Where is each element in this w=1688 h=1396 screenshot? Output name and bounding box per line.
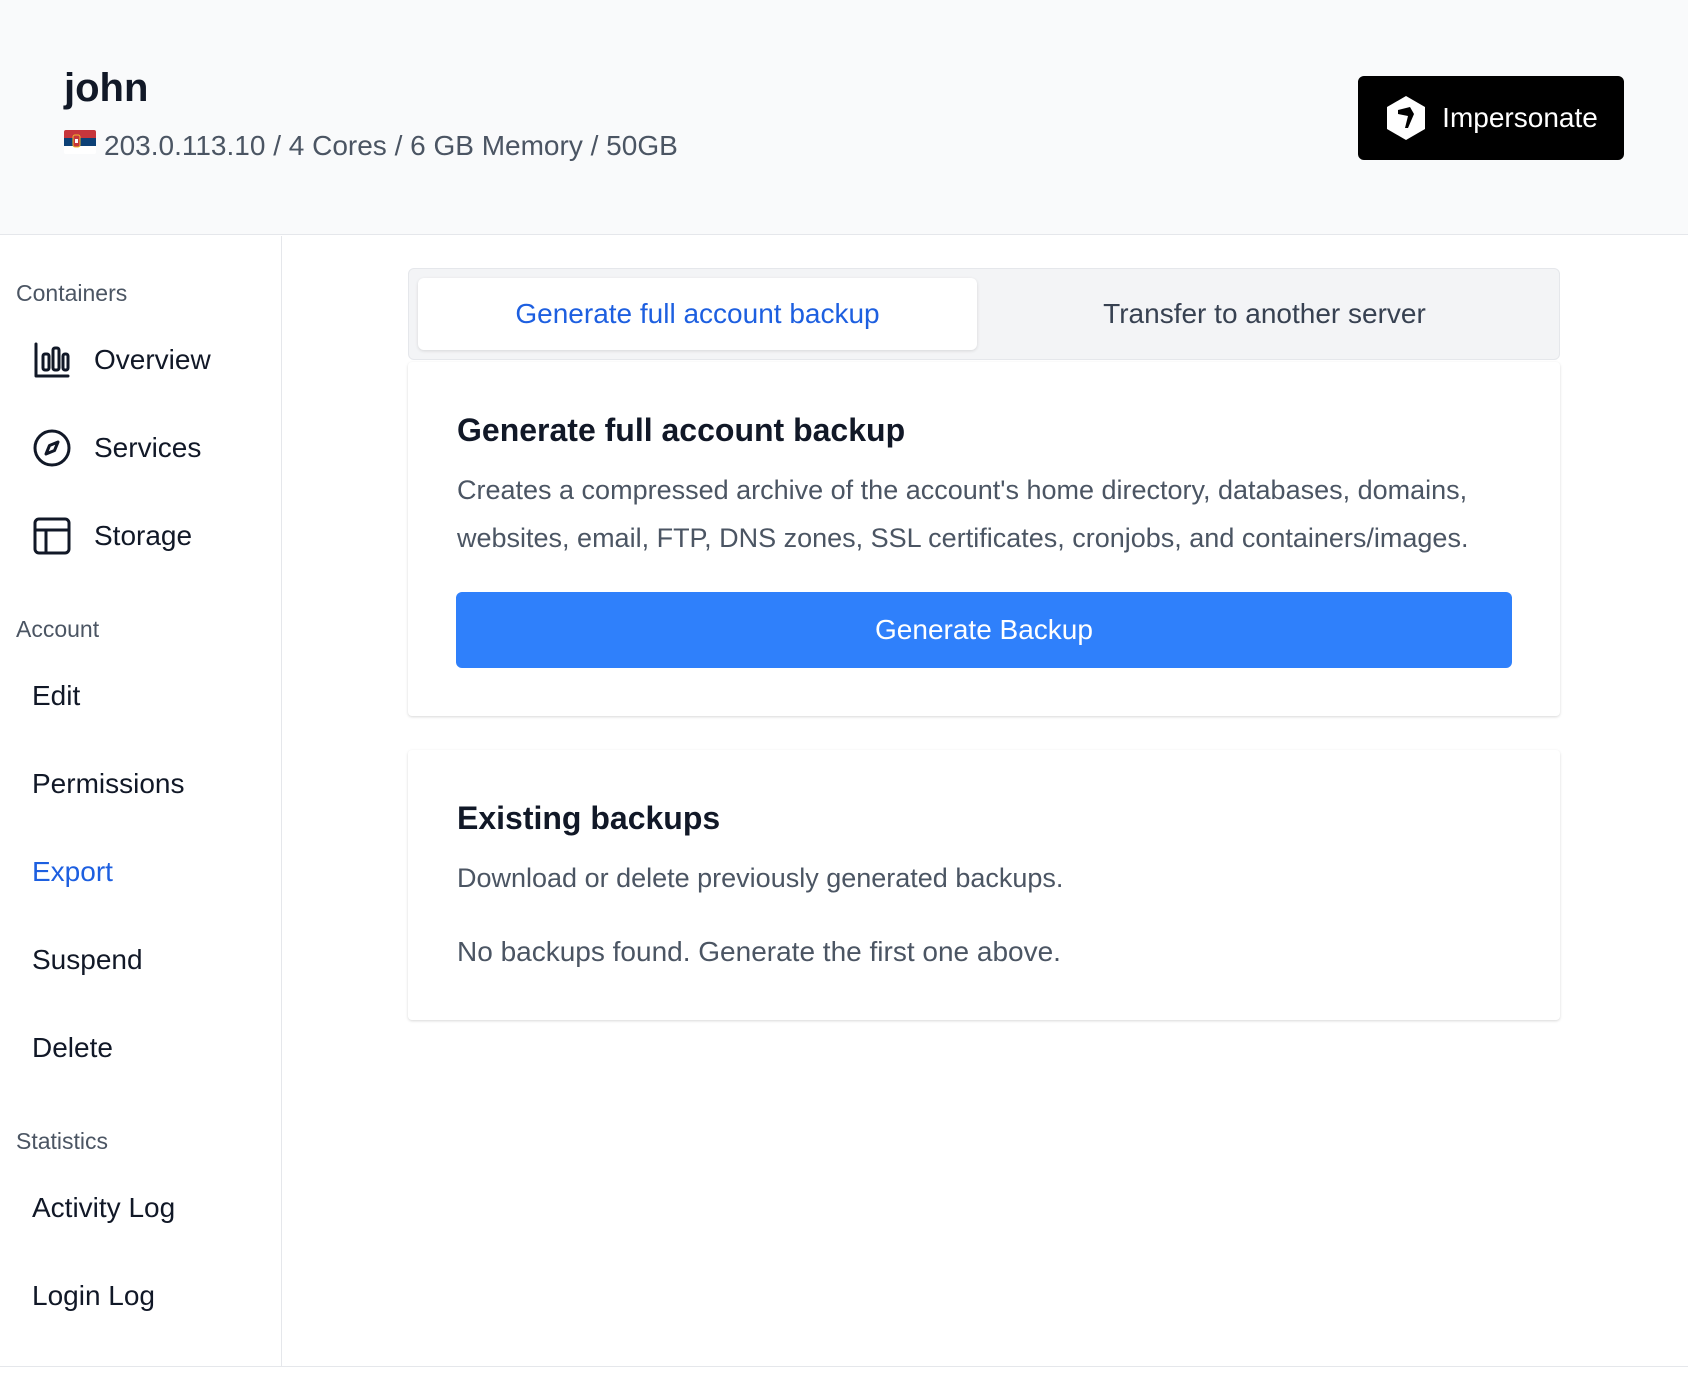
- generate-backup-button[interactable]: Generate Backup: [456, 592, 1512, 668]
- backup-card: Generate full account backup Creates a c…: [408, 362, 1560, 716]
- sidebar-item-permissions[interactable]: Permissions: [32, 768, 184, 800]
- existing-backups-card: Existing backups Download or delete prev…: [408, 750, 1560, 1020]
- page-title: john: [64, 66, 149, 110]
- cube-logo-icon: [1384, 94, 1428, 142]
- sidebar-item-label: Storage: [94, 520, 193, 551]
- compass-icon: [32, 428, 72, 468]
- sidebar-item-delete[interactable]: Delete: [32, 1032, 113, 1064]
- empty-state-message: No backups found. Generate the first one…: [457, 936, 1061, 967]
- sidebar-item-login-log[interactable]: Login Log: [32, 1280, 155, 1312]
- sidebar-item-suspend[interactable]: Suspend: [32, 944, 143, 976]
- footer-divider: [0, 1366, 1688, 1367]
- tab-generate-backup[interactable]: Generate full account backup: [418, 278, 977, 350]
- account-header: john 203.0.113.10 / 4 Cores / 6 GB Memor…: [0, 0, 1688, 235]
- impersonate-button[interactable]: Impersonate: [1358, 76, 1624, 160]
- sidebar-item-services[interactable]: Services: [32, 428, 201, 468]
- existing-backups-title: Existing backups: [457, 800, 721, 836]
- section-label-statistics: Statistics: [16, 1128, 109, 1154]
- tab-transfer-server[interactable]: Transfer to another server: [977, 278, 1552, 350]
- sidebar-item-activity-log[interactable]: Activity Log: [32, 1192, 175, 1224]
- server-info: 203.0.113.10 / 4 Cores / 6 GB Memory / 5…: [64, 130, 678, 162]
- backup-card-title: Generate full account backup: [457, 412, 906, 448]
- sidebar-item-edit[interactable]: Edit: [32, 680, 80, 712]
- sidebar-item-storage[interactable]: Storage: [32, 516, 192, 556]
- server-specs: 203.0.113.10 / 4 Cores / 6 GB Memory / 5…: [104, 130, 678, 161]
- sidebar-item-overview[interactable]: Overview: [32, 340, 211, 380]
- export-tabs: Generate full account backup Transfer to…: [408, 268, 1560, 360]
- serbia-flag-icon: [64, 130, 96, 154]
- sidebar-item-label: Overview: [94, 344, 211, 375]
- bar-chart-icon: [32, 340, 72, 380]
- section-label-containers: Containers: [16, 280, 128, 306]
- backup-card-description: Creates a compressed archive of the acco…: [457, 475, 1469, 553]
- sidebar: Containers Overview Services Storage Acc…: [0, 236, 282, 1366]
- impersonate-label: Impersonate: [1442, 102, 1598, 133]
- sidebar-item-export[interactable]: Export: [32, 856, 113, 888]
- sidebar-item-label: Services: [94, 432, 202, 463]
- table-layout-icon: [32, 516, 72, 556]
- existing-backups-description: Download or delete previously generated …: [457, 863, 1064, 893]
- section-label-account: Account: [16, 616, 100, 642]
